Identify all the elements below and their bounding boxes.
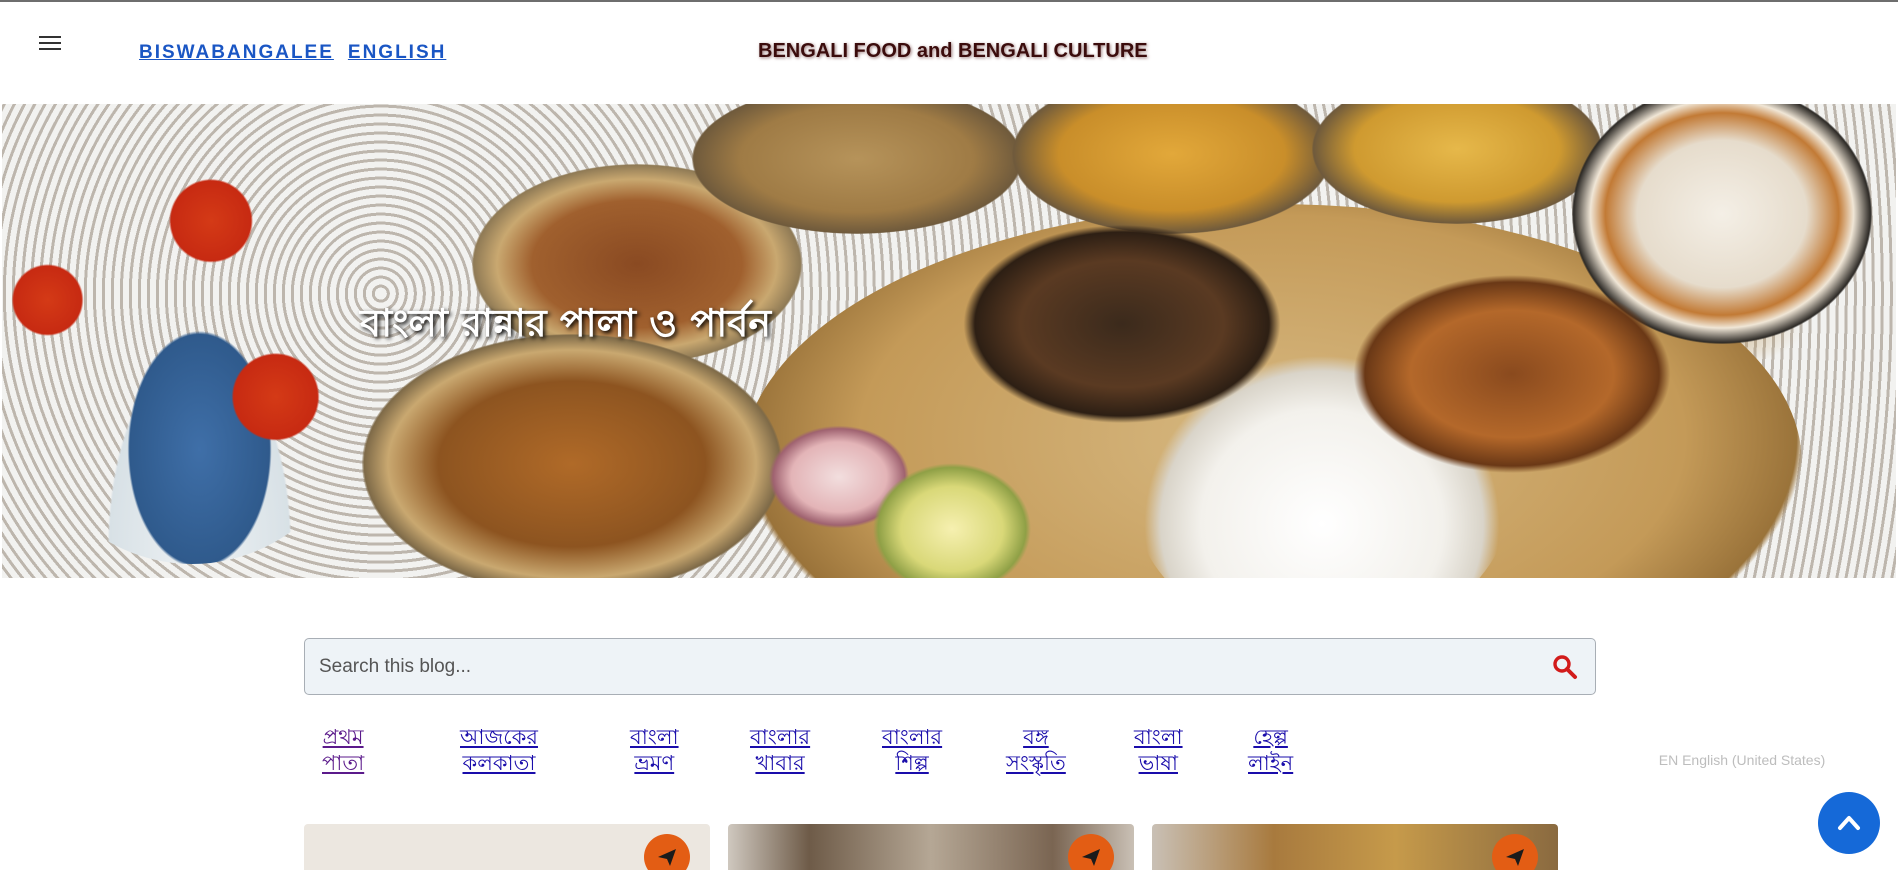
hero-bowl-fish bbox=[362, 334, 782, 578]
hero-fish bbox=[1352, 274, 1672, 474]
hero-eggplant bbox=[962, 224, 1282, 424]
share-icon bbox=[1506, 849, 1524, 866]
category-nav: প্রথম পাতা আজকের কলকাতা বাংলা ভ্রমণ বাংলার খ… bbox=[300, 724, 1320, 780]
post-card-1[interactable] bbox=[304, 824, 710, 870]
hero-headline: বাংলা রান্নার পালা ও পার্বন bbox=[360, 301, 772, 345]
search-icon bbox=[1553, 654, 1577, 679]
chevron-up-icon bbox=[1838, 816, 1860, 830]
nav-item-todays-kolkata[interactable]: আজকের কলকাতা bbox=[460, 724, 538, 776]
share-icon bbox=[658, 849, 676, 866]
menu-icon[interactable] bbox=[38, 33, 62, 53]
nav-item-bengal-culture[interactable]: বঙ্গ সংস্কৃতি bbox=[1006, 724, 1066, 776]
brand-links: BISWABANGALEE ENGLISH bbox=[139, 42, 446, 64]
site-header: BISWABANGALEE ENGLISH BENGALI FOOD and B… bbox=[0, 2, 1898, 102]
nav-item-bangla-language[interactable]: বাংলা ভাষা bbox=[1134, 724, 1183, 776]
nav-item-bengali-food[interactable]: বাংলার খাবার bbox=[750, 724, 810, 776]
nav-item-bangla-travel[interactable]: বাংলা ভ্রমণ bbox=[630, 724, 679, 776]
post-card-2[interactable] bbox=[728, 824, 1134, 870]
share-button[interactable] bbox=[1068, 834, 1114, 870]
hero-bowl-veg2 bbox=[1312, 104, 1602, 224]
share-button[interactable] bbox=[1492, 834, 1538, 870]
search-button[interactable] bbox=[1535, 639, 1595, 694]
brand-link-biswabangalee[interactable]: BISWABANGALEE bbox=[139, 42, 334, 64]
post-card-3[interactable] bbox=[1152, 824, 1558, 870]
nav-item-bengali-art[interactable]: বাংলার শিল্প bbox=[882, 724, 942, 776]
site-title: BENGALI FOOD and BENGALI CULTURE bbox=[758, 40, 1148, 62]
search-bar bbox=[304, 638, 1596, 695]
scroll-top-button[interactable] bbox=[1818, 792, 1880, 854]
hero-flowers bbox=[2, 124, 382, 564]
share-icon bbox=[1082, 849, 1100, 866]
search-input[interactable] bbox=[319, 655, 1535, 678]
brand-link-english[interactable]: ENGLISH bbox=[348, 42, 446, 64]
nav-item-home[interactable]: প্রথম পাতা bbox=[322, 724, 364, 776]
language-selector[interactable]: EN English (United States) bbox=[1616, 748, 1868, 772]
hero-banner: বাংলা রান্নার পালা ও পার্বন bbox=[2, 104, 1896, 578]
share-button[interactable] bbox=[644, 834, 690, 870]
nav-item-helpline[interactable]: হেল্প লাইন bbox=[1248, 724, 1293, 776]
